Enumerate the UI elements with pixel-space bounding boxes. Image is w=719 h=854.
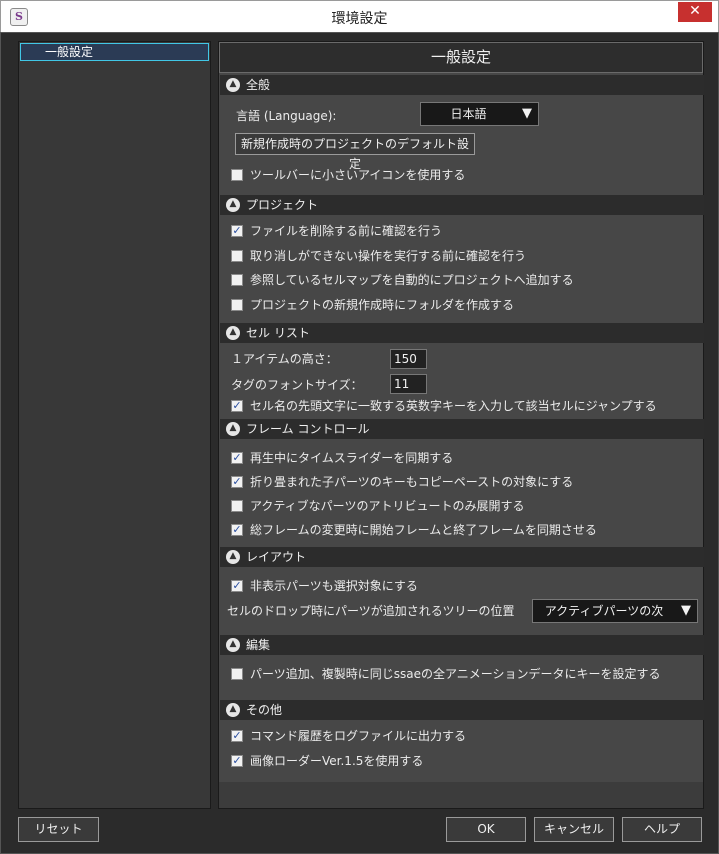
checkbox[interactable]: ✓ xyxy=(231,580,243,592)
collapse-icon[interactable]: ▲ xyxy=(226,703,240,717)
ok-button[interactable]: OK xyxy=(446,817,526,842)
checkbox-label: プロジェクトの新規作成時にフォルダを作成する xyxy=(250,298,515,312)
checkbox[interactable] xyxy=(231,250,243,262)
collapse-icon[interactable]: ▲ xyxy=(226,550,240,564)
section-title: プロジェクト xyxy=(246,198,319,212)
collapse-icon[interactable]: ▲ xyxy=(226,78,240,92)
section-frame-control-header[interactable]: ▲ フレーム コントロール xyxy=(220,419,704,439)
cancel-button[interactable]: キャンセル xyxy=(534,817,614,842)
checkbox-label: アクティブなパーツのアトリビュートのみ展開する xyxy=(250,499,525,513)
checkbox-label: セル名の先頭文字に一致する英数字キーを入力して該当セルにジャンプする xyxy=(250,399,657,413)
checkbox[interactable]: ✓ xyxy=(231,755,243,767)
tree-item-general[interactable]: 一般設定 xyxy=(20,43,209,61)
panel-title: 一般設定 xyxy=(219,42,703,73)
section-project-header[interactable]: ▲ プロジェクト xyxy=(220,195,704,215)
item-height-label: １アイテムの高さ： xyxy=(231,352,338,366)
checkbox[interactable] xyxy=(231,274,243,286)
checkbox[interactable]: ✓ xyxy=(231,452,243,464)
reset-button[interactable]: リセット xyxy=(18,817,99,842)
item-height-input[interactable]: 150 xyxy=(390,349,427,369)
checkbox-small-icons[interactable] xyxy=(231,169,243,181)
section-other-header[interactable]: ▲ その他 xyxy=(220,700,704,720)
checkbox-label: パーツ追加、複製時に同じssaeの全アニメーションデータにキーを設定する xyxy=(250,667,661,681)
section-title: フレーム コントロール xyxy=(246,422,370,436)
section-title: その他 xyxy=(246,703,283,717)
checkbox[interactable]: ✓ xyxy=(231,524,243,536)
language-value: 日本語 xyxy=(450,107,487,121)
drop-position-label: セルのドロップ時にパーツが追加されるツリーの位置 xyxy=(227,604,515,618)
chevron-down-icon: ▼ xyxy=(681,603,691,618)
chevron-down-icon: ▼ xyxy=(522,106,532,121)
checkbox-label: 取り消しができない操作を実行する前に確認を行う xyxy=(250,249,527,263)
checkbox[interactable]: ✓ xyxy=(231,400,243,412)
checkbox[interactable] xyxy=(231,668,243,680)
collapse-icon[interactable]: ▲ xyxy=(226,326,240,340)
title-bar: S 環境設定 ✕ xyxy=(0,0,719,32)
checkbox[interactable]: ✓ xyxy=(231,730,243,742)
dialog-body: 一般設定 一般設定 ▲ 全般 言語 (Language): 日本語 ▼ 新規作成… xyxy=(0,32,719,854)
section-edit-header[interactable]: ▲ 編集 xyxy=(220,635,704,655)
section-general-header[interactable]: ▲ 全般 xyxy=(220,75,704,95)
window-title: 環境設定 xyxy=(331,11,388,27)
collapse-icon[interactable]: ▲ xyxy=(226,638,240,652)
checkbox-label: 折り畳まれた子パーツのキーもコピーペーストの対象にする xyxy=(250,475,574,489)
help-button[interactable]: ヘルプ xyxy=(622,817,702,842)
section-cell-list-header[interactable]: ▲ セル リスト xyxy=(220,323,704,343)
checkbox-label: ファイルを削除する前に確認を行う xyxy=(250,224,443,238)
checkbox[interactable] xyxy=(231,299,243,311)
tag-font-size-input[interactable]: 11 xyxy=(390,374,427,394)
checkbox[interactable]: ✓ xyxy=(231,225,243,237)
collapse-icon[interactable]: ▲ xyxy=(226,198,240,212)
checkbox[interactable]: ✓ xyxy=(231,476,243,488)
category-tree: 一般設定 xyxy=(18,41,211,809)
checkbox[interactable] xyxy=(231,500,243,512)
section-layout-header[interactable]: ▲ レイアウト xyxy=(220,547,704,567)
section-title: 全般 xyxy=(246,78,271,92)
tag-font-size-label: タグのフォントサイズ： xyxy=(231,378,363,392)
checkbox-label: 再生中にタイムスライダーを同期する xyxy=(250,451,454,465)
checkbox-label: 総フレームの変更時に開始フレームと終了フレームを同期させる xyxy=(250,523,597,537)
checkbox-label: 画像ローダーVer.1.5を使用する xyxy=(250,754,424,768)
project-defaults-button[interactable]: 新規作成時のプロジェクトのデフォルト設定 xyxy=(235,133,475,171)
collapse-icon[interactable]: ▲ xyxy=(226,422,240,436)
checkbox-label: ツールバーに小さいアイコンを使用する xyxy=(250,168,466,182)
section-title: 編集 xyxy=(246,638,271,652)
checkbox-label: 非表示パーツも選択対象にする xyxy=(250,579,418,593)
language-select[interactable]: 日本語 ▼ xyxy=(420,102,539,126)
drop-position-value: アクティブパーツの次 xyxy=(544,604,664,618)
checkbox-label: コマンド履歴をログファイルに出力する xyxy=(250,729,467,743)
section-title: レイアウト xyxy=(246,550,307,564)
language-label: 言語 (Language): xyxy=(236,109,337,123)
section-title: セル リスト xyxy=(246,326,310,340)
close-button[interactable]: ✕ xyxy=(678,2,712,22)
settings-panel: 一般設定 ▲ 全般 言語 (Language): 日本語 ▼ 新規作成時のプロジ… xyxy=(218,41,704,809)
checkbox-label: 参照しているセルマップを自動的にプロジェクトへ追加する xyxy=(250,273,574,287)
drop-position-select[interactable]: アクティブパーツの次 ▼ xyxy=(532,599,698,623)
panel-footer-strip xyxy=(219,782,703,808)
